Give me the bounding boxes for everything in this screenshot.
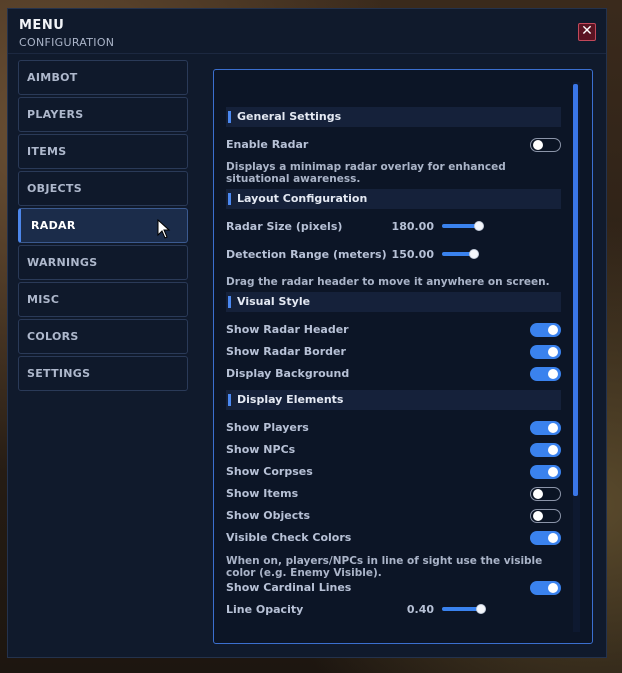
slider-handle[interactable] bbox=[469, 249, 479, 259]
close-icon[interactable]: ✕ bbox=[578, 23, 596, 41]
show-objects-toggle[interactable] bbox=[530, 509, 561, 523]
radar-size-slider[interactable] bbox=[442, 220, 486, 232]
display-background-label: Display Background bbox=[226, 367, 350, 380]
section-layout-configuration: Layout Configuration bbox=[226, 189, 561, 209]
radar-size-value: 180.00 bbox=[391, 220, 434, 233]
radar-size-label: Radar Size (pixels) bbox=[226, 220, 343, 233]
slider-handle[interactable] bbox=[474, 221, 484, 231]
show-players-toggle[interactable] bbox=[530, 421, 561, 435]
radar-settings-panel: General Settings Enable Radar Displays a… bbox=[213, 69, 593, 644]
show-items-toggle[interactable] bbox=[530, 487, 561, 501]
show-items-label: Show Items bbox=[226, 487, 299, 500]
menu-title: MENU bbox=[19, 18, 65, 33]
panel-scrollbar[interactable] bbox=[573, 82, 580, 632]
sidebar-item-players[interactable]: PLAYERS bbox=[18, 97, 188, 132]
show-radar-header-toggle[interactable] bbox=[530, 323, 561, 337]
sidebar-item-objects[interactable]: OBJECTS bbox=[18, 171, 188, 206]
show-cardinal-lines-toggle[interactable] bbox=[530, 581, 561, 595]
detection-range-value: 150.00 bbox=[391, 248, 434, 261]
sidebar-item-settings[interactable]: SETTINGS bbox=[18, 356, 188, 391]
toggle-knob bbox=[548, 533, 558, 543]
show-npcs-toggle[interactable] bbox=[530, 443, 561, 457]
mouse-cursor-icon bbox=[157, 219, 171, 239]
line-opacity-value: 0.40 bbox=[406, 603, 434, 616]
visible-check-description: When on, players/NPCs in line of sight u… bbox=[226, 555, 543, 579]
slider-handle[interactable] bbox=[476, 604, 486, 614]
section-title: General Settings bbox=[237, 110, 342, 123]
show-objects-label: Show Objects bbox=[226, 509, 311, 522]
section-title: Visual Style bbox=[237, 295, 311, 308]
sidebar-item-warnings[interactable]: WARNINGS bbox=[18, 245, 188, 280]
toggle-knob bbox=[533, 511, 543, 521]
sidebar-item-colors[interactable]: COLORS bbox=[18, 319, 188, 354]
title-bar[interactable]: MENU CONFIGURATION ✕ bbox=[8, 9, 606, 54]
show-radar-border-toggle[interactable] bbox=[530, 345, 561, 359]
section-general-settings: General Settings bbox=[226, 107, 561, 127]
toggle-knob bbox=[548, 369, 558, 379]
enable-radar-toggle[interactable] bbox=[530, 138, 561, 152]
menu-subtitle: CONFIGURATION bbox=[19, 36, 115, 49]
toggle-knob bbox=[548, 583, 558, 593]
show-corpses-label: Show Corpses bbox=[226, 465, 313, 478]
section-display-elements: Display Elements bbox=[226, 390, 561, 410]
scrollbar-thumb[interactable] bbox=[573, 84, 578, 496]
show-npcs-label: Show NPCs bbox=[226, 443, 296, 456]
toggle-knob bbox=[548, 423, 558, 433]
show-radar-header-label: Show Radar Header bbox=[226, 323, 349, 336]
section-title: Display Elements bbox=[237, 393, 344, 406]
toggle-knob bbox=[548, 347, 558, 357]
section-title: Layout Configuration bbox=[237, 192, 368, 205]
sidebar-item-misc[interactable]: MISC bbox=[18, 282, 188, 317]
show-radar-border-label: Show Radar Border bbox=[226, 345, 346, 358]
section-visual-style: Visual Style bbox=[226, 292, 561, 312]
toggle-knob bbox=[548, 325, 558, 335]
toggle-knob bbox=[548, 445, 558, 455]
line-opacity-slider[interactable] bbox=[442, 603, 486, 615]
show-players-label: Show Players bbox=[226, 421, 309, 434]
enable-radar-label: Enable Radar bbox=[226, 138, 309, 151]
sidebar-item-aimbot[interactable]: AIMBOT bbox=[18, 60, 188, 95]
toggle-knob bbox=[533, 489, 543, 499]
visible-check-colors-label: Visible Check Colors bbox=[226, 531, 352, 544]
enable-radar-description: Displays a minimap radar overlay for enh… bbox=[226, 161, 506, 185]
menu-window: MENU CONFIGURATION ✕ AIMBOT PLAYERS ITEM… bbox=[7, 8, 607, 658]
show-corpses-toggle[interactable] bbox=[530, 465, 561, 479]
toggle-knob bbox=[533, 140, 543, 150]
display-background-toggle[interactable] bbox=[530, 367, 561, 381]
sidebar-item-items[interactable]: ITEMS bbox=[18, 134, 188, 169]
detection-range-slider[interactable] bbox=[442, 248, 486, 260]
visible-check-colors-toggle[interactable] bbox=[530, 531, 561, 545]
line-opacity-label: Line Opacity bbox=[226, 603, 304, 616]
detection-range-label: Detection Range (meters) bbox=[226, 248, 387, 261]
toggle-knob bbox=[548, 467, 558, 477]
show-cardinal-lines-label: Show Cardinal Lines bbox=[226, 581, 352, 594]
drag-radar-hint: Drag the radar header to move it anywher… bbox=[226, 276, 550, 288]
